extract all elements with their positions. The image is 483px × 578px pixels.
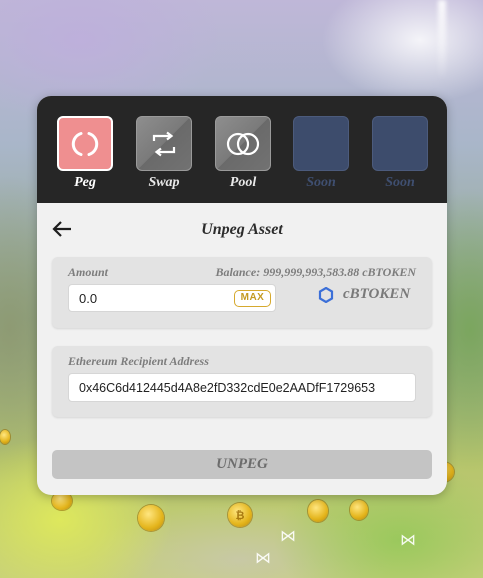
tab-soon-1: Soon (293, 116, 349, 191)
balance-text: Balance: 999,999,993,583.88 cBTOKEN (215, 265, 416, 279)
recipient-label: Ethereum Recipient Address (68, 354, 209, 368)
swap-arrows-icon (152, 131, 176, 156)
soon-tile (293, 116, 349, 171)
tab-swap-label: Swap (148, 175, 180, 190)
amount-input[interactable] (79, 291, 219, 306)
background-coin (138, 505, 164, 531)
recipient-section: Ethereum Recipient Address (52, 346, 432, 417)
max-button[interactable]: MAX (234, 290, 271, 307)
token-hexagon-icon (318, 286, 334, 303)
peg-tile[interactable] (57, 116, 113, 171)
pool-tile[interactable] (215, 116, 271, 171)
tab-pool[interactable]: Pool (215, 116, 271, 191)
background-coin (308, 500, 328, 522)
tab-pool-label: Pool (229, 175, 257, 190)
tab-soon-2: Soon (372, 116, 428, 191)
token-selector[interactable]: cBTOKEN (318, 286, 410, 303)
swap-tile[interactable] (136, 116, 192, 171)
pool-circles-icon (226, 132, 260, 155)
background-coin (350, 500, 368, 520)
peg-ring-icon (71, 131, 99, 156)
butterfly-decoration: ⋈ (400, 530, 416, 549)
background-light-streak (438, 0, 446, 80)
unpeg-button[interactable]: UNPEG (52, 450, 432, 479)
recipient-address-input[interactable] (79, 381, 409, 395)
tab-soon-label: Soon (385, 175, 415, 190)
page-title: Unpeg Asset (201, 221, 283, 238)
bridge-card: Peg Swap Pool Soon Soon Unpeg Asset Amou… (37, 96, 447, 495)
tab-peg-label: Peg (74, 175, 96, 190)
amount-section: Amount Balance: 999,999,993,583.88 cBTOK… (52, 257, 432, 328)
tab-soon-label: Soon (306, 175, 336, 190)
tab-bar: Peg Swap Pool Soon Soon (37, 96, 447, 203)
soon-tile (372, 116, 428, 171)
recipient-field (68, 373, 416, 402)
tab-peg[interactable]: Peg (57, 116, 113, 191)
token-name: cBTOKEN (343, 286, 411, 302)
butterfly-decoration: ⋈ (280, 526, 296, 545)
amount-label: Amount (68, 265, 109, 279)
amount-field: MAX (68, 284, 276, 312)
butterfly-decoration: ⋈ (255, 548, 271, 567)
panel-header: Unpeg Asset (37, 203, 447, 255)
tab-swap[interactable]: Swap (136, 116, 192, 191)
background-coin: ₿ (228, 503, 252, 527)
background-coin (0, 430, 10, 444)
